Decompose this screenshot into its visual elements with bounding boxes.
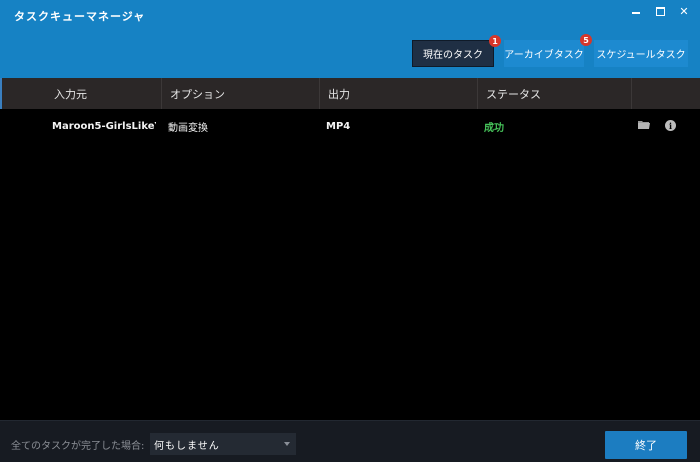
app-title: タスクキューマネージャ [14, 10, 146, 23]
column-header-option[interactable]: オプション [162, 78, 320, 109]
folder-icon[interactable] [638, 120, 650, 130]
tab-current-tasks[interactable]: 現在のタスク 1 [412, 35, 501, 67]
table-header: 入力元 オプション 出力 ステータス [0, 78, 700, 109]
minimize-icon [632, 12, 640, 14]
tab-scheduled-tasks[interactable]: スケジュールタスク [594, 40, 688, 67]
header-bar: タスクキューマネージャ ✕ 現在のタスク 1 アーカイブタスク 5 スケジュール… [0, 0, 700, 78]
tab-label: 現在のタスク [423, 50, 483, 61]
column-header-source[interactable]: 入力元 [46, 78, 162, 109]
tab-label: スケジュールタスク [596, 50, 686, 61]
column-header-status[interactable]: ステータス [478, 78, 632, 109]
table-row[interactable]: Maroon5-GirlsLikeYo... 動画変換 MP4 成功 i [0, 109, 700, 143]
info-icon[interactable]: i [665, 120, 676, 131]
source-cell: Maroon5-GirlsLikeYo... [52, 120, 156, 132]
task-table: Maroon5-GirlsLikeYo... 動画変換 MP4 成功 i [0, 109, 700, 420]
tab-archived-tasks[interactable]: アーカイブタスク 5 [504, 34, 592, 67]
minimize-button[interactable] [630, 4, 642, 18]
tab-label: アーカイブタスク [504, 50, 584, 61]
select-value: 何もしません [154, 440, 220, 452]
close-icon: ✕ [679, 4, 689, 18]
on-complete-select[interactable]: 何もしません [150, 433, 296, 455]
maximize-button[interactable] [654, 4, 666, 18]
column-header-output[interactable]: 出力 [320, 78, 478, 109]
on-complete-label: 全てのタスクが完了した場合: [11, 441, 145, 452]
option-cell: 動画変換 [168, 122, 208, 134]
exit-button[interactable]: 終了 [605, 431, 687, 459]
maximize-icon [655, 6, 665, 16]
count-badge: 1 [489, 35, 501, 47]
output-cell: MP4 [326, 120, 351, 132]
window-controls: ✕ [630, 4, 690, 18]
chevron-down-icon [284, 442, 290, 446]
count-badge: 5 [580, 34, 592, 46]
footer-bar: 全てのタスクが完了した場合: 何もしません 終了 [0, 420, 700, 462]
column-header-actions [632, 78, 700, 109]
status-cell: 成功 [484, 122, 504, 134]
close-button[interactable]: ✕ [678, 4, 690, 18]
